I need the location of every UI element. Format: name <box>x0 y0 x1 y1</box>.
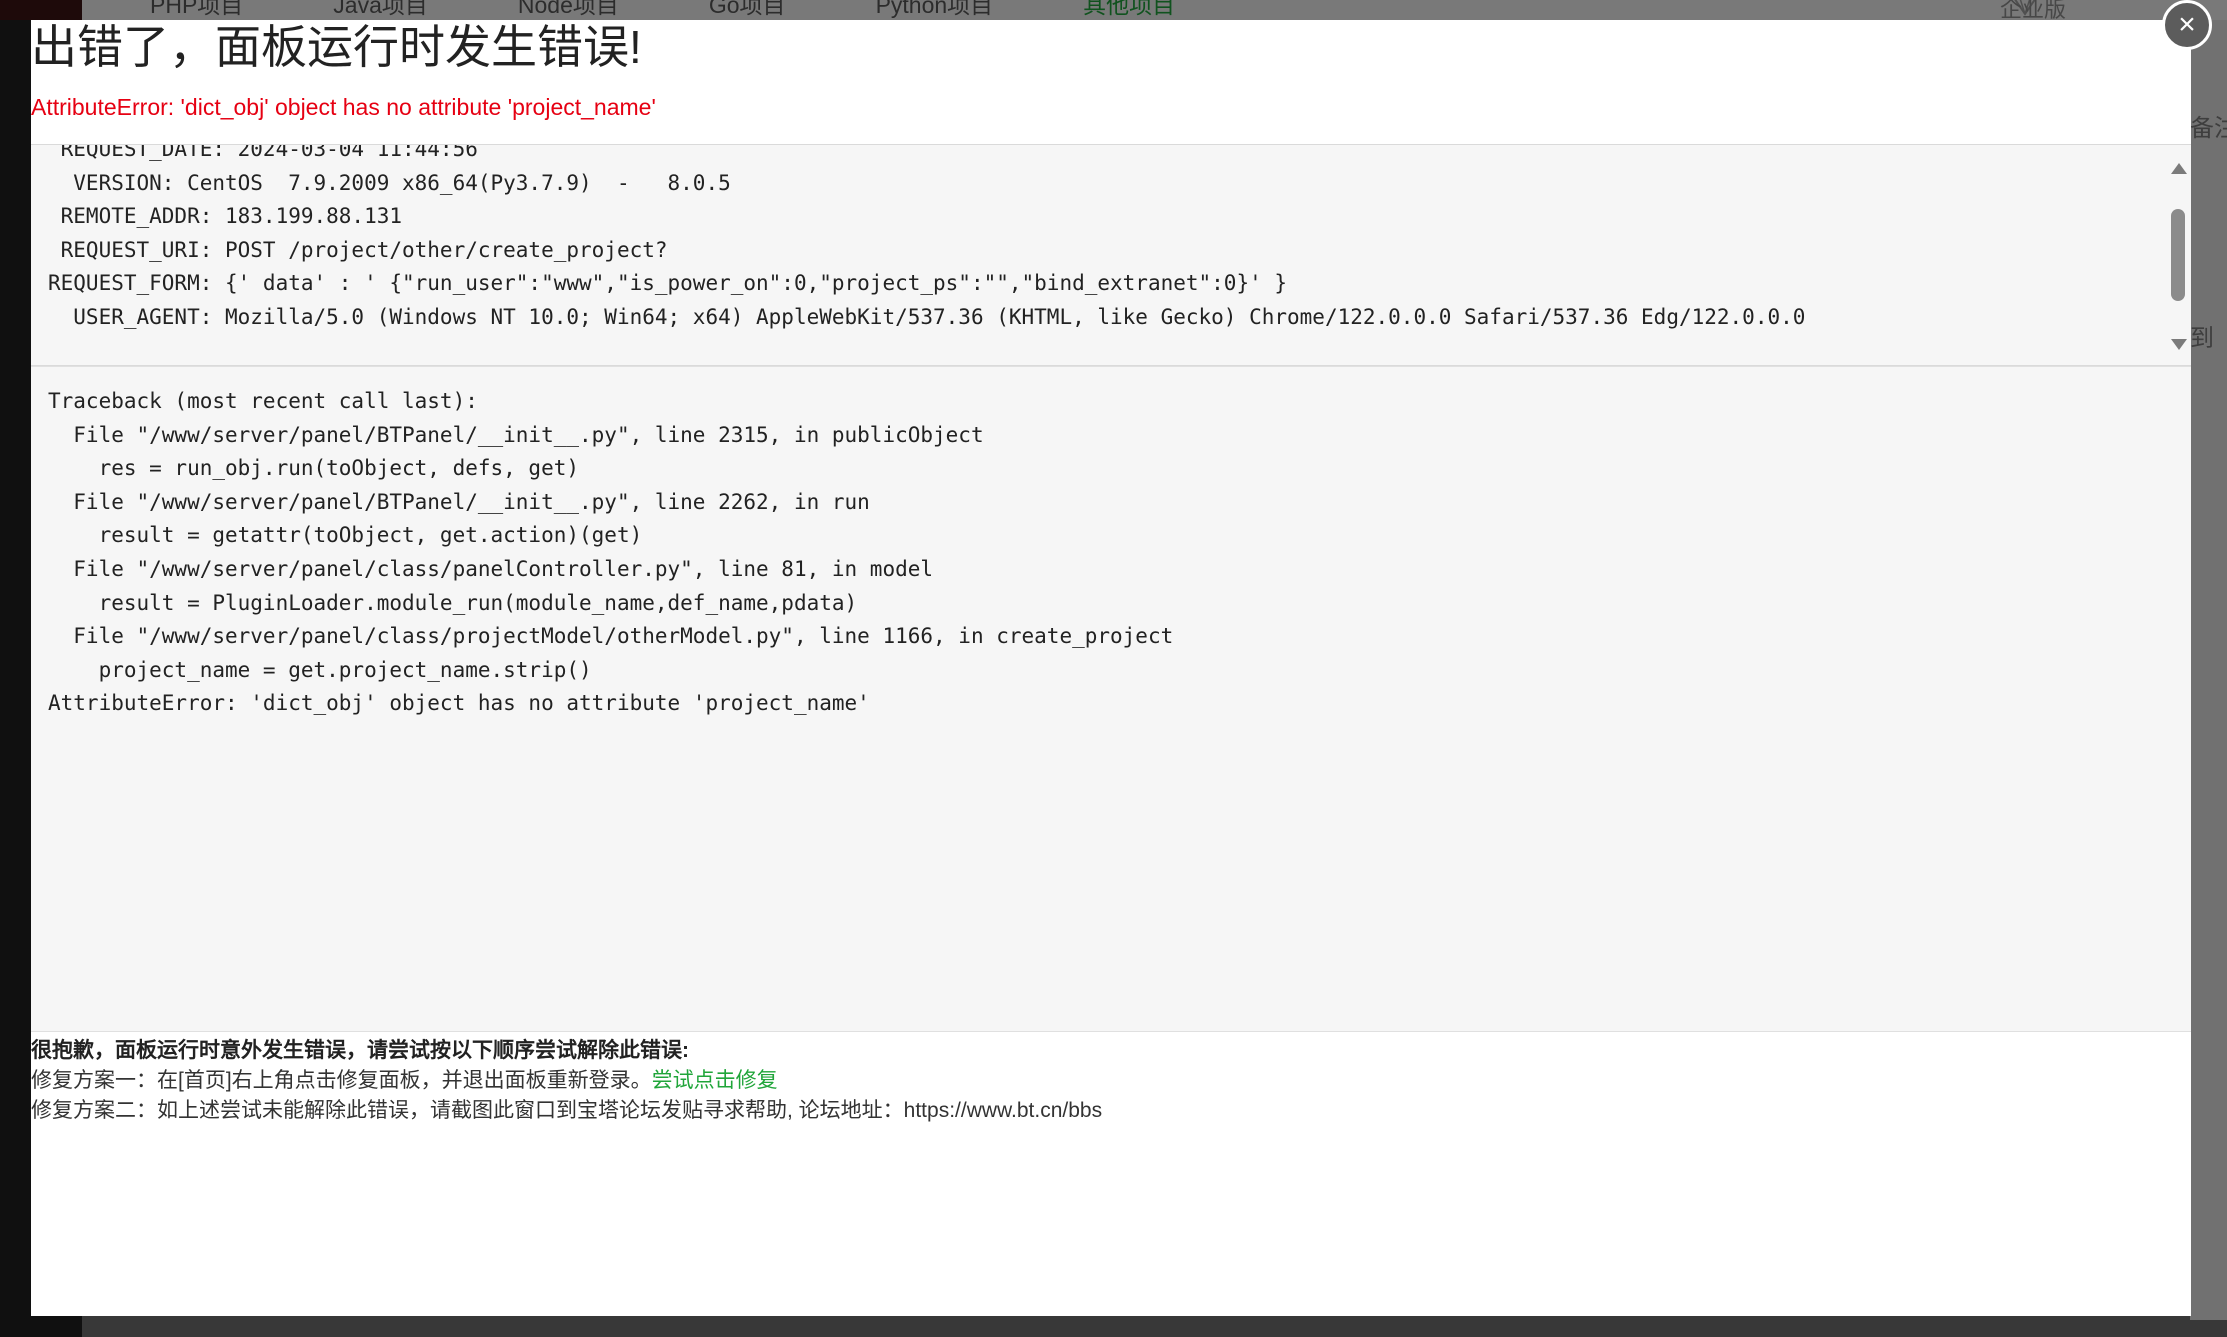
scrollbar-thumb[interactable] <box>2171 209 2185 301</box>
request-info-panel[interactable]: REQUEST_DATE: 2024-03-04 11:44:56 VERSIO… <box>31 144 2191 366</box>
traceback-line: File "/www/server/panel/class/panelContr… <box>48 556 934 581</box>
close-icon[interactable]: × <box>2162 0 2212 50</box>
traceback-line: res = run_obj.run(toObject, defs, get) <box>48 456 580 481</box>
help-title: 很抱歉，面板运行时意外发生错误，请尝试按以下顺序尝试解除此错误: <box>31 1039 689 1062</box>
help-section: 很抱歉，面板运行时意外发生错误，请尝试按以下顺序尝试解除此错误: 修复方案一：在… <box>31 1036 1102 1126</box>
traceback-line: result = PluginLoader.module_run(module_… <box>48 590 858 615</box>
traceback-line: project_name = get.project_name.strip() <box>48 657 592 682</box>
request-info-list: REQUEST_DATE: 2024-03-04 11:44:56 VERSIO… <box>48 144 1806 335</box>
traceback-line: File "/www/server/panel/BTPanel/__init__… <box>48 489 870 514</box>
request-info-line: USER_AGENT: Mozilla/5.0 (Windows NT 10.0… <box>48 304 1806 329</box>
scroll-up-arrow-icon[interactable] <box>2171 163 2187 174</box>
repair-option-1: 修复方案一：在[首页]右上角点击修复面板，并退出面板重新登录。尝试点击修复 <box>31 1066 1102 1096</box>
error-dialog: 出错了，面板运行时发生错误! AttributeError: 'dict_obj… <box>31 20 2191 1316</box>
traceback-list: Traceback (most recent call last): File … <box>48 385 1173 721</box>
request-info-line: REMOTE_ADDR: 183.199.88.131 <box>48 204 403 229</box>
request-info-line: REQUEST_URI: POST /project/other/create_… <box>48 237 668 262</box>
scroll-down-arrow-icon[interactable] <box>2171 339 2187 350</box>
error-dialog-title: 出错了，面板运行时发生错误! <box>31 21 642 73</box>
traceback-line: File "/www/server/panel/BTPanel/__init__… <box>48 422 984 447</box>
traceback-line: result = getattr(toObject, get.action)(g… <box>48 523 643 548</box>
traceback-panel[interactable]: Traceback (most recent call last): File … <box>31 366 2191 1032</box>
repair-option-2: 修复方案二：如上述尝试未能解除此错误，请截图此窗口到宝塔论坛发贴寻求帮助, 论坛… <box>31 1099 1103 1122</box>
request-info-line: REQUEST_DATE: 2024-03-04 11:44:56 <box>48 144 478 161</box>
traceback-line: Traceback (most recent call last): <box>48 389 478 413</box>
repair-option-1-text: 修复方案一：在[首页]右上角点击修复面板，并退出面板重新登录。 <box>31 1069 652 1092</box>
request-info-line: VERSION: CentOS 7.9.2009 x86_64(Py3.7.9)… <box>48 170 731 195</box>
request-info-scrollbar[interactable] <box>2164 145 2191 365</box>
error-message: AttributeError: 'dict_obj' object has no… <box>31 94 656 120</box>
request-info-line: REQUEST_FORM: {' data' : ' {"run_user":"… <box>48 271 1288 296</box>
repair-link[interactable]: 尝试点击修复 <box>652 1069 778 1092</box>
traceback-line: File "/www/server/panel/class/projectMod… <box>48 624 1174 649</box>
traceback-line: AttributeError: 'dict_obj' object has no… <box>48 691 870 716</box>
